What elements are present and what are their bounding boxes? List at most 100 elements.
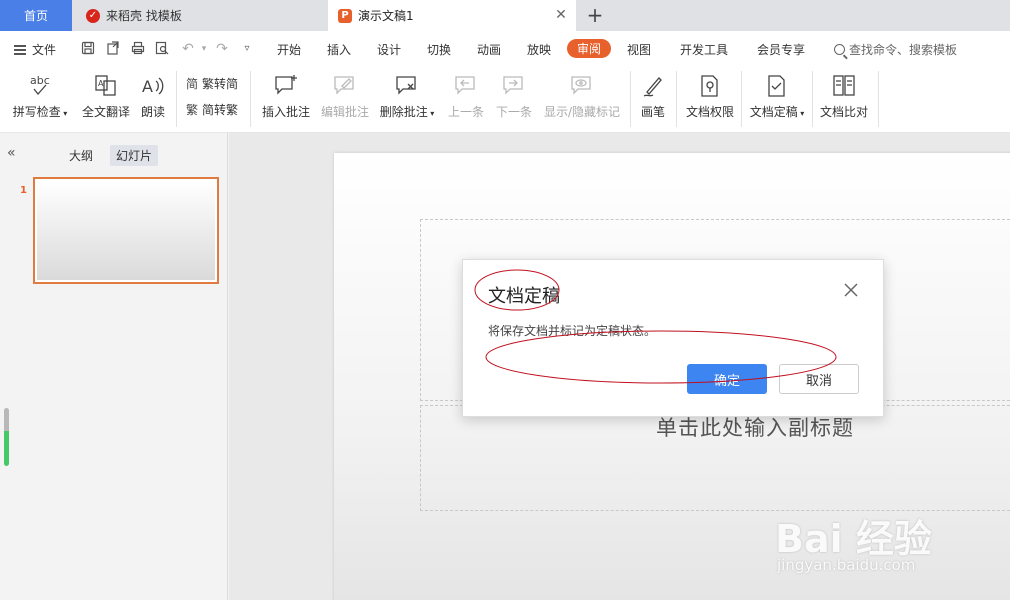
- edit-comment-button[interactable]: 编辑批注: [318, 67, 372, 133]
- translate-icon: A: [93, 72, 119, 100]
- simp-to-trad-button[interactable]: 繁简转繁: [186, 101, 238, 118]
- baidu-jingyan-watermark: Bai 经验 jingyan.baidu.com: [775, 494, 1005, 578]
- daoke-logo-icon: ✓: [86, 8, 100, 23]
- full-translate-label: 全文翻译: [81, 105, 130, 119]
- document-finalize-label: 文档定稿: [749, 105, 798, 119]
- delete-comment-button[interactable]: 删除批注 ▾: [376, 67, 438, 133]
- command-search-placeholder: 查找命令、搜索模板: [849, 43, 958, 57]
- tab-document-label: 演示文稿1: [358, 9, 414, 23]
- insert-comment-icon: [273, 72, 299, 100]
- export-icon[interactable]: [105, 41, 121, 57]
- spell-check-label: 拼写检查: [12, 105, 61, 119]
- save-icon[interactable]: [80, 41, 96, 57]
- svg-text:abc: abc: [30, 74, 50, 87]
- separator: [176, 71, 177, 127]
- slide-thumbnail[interactable]: [33, 177, 219, 284]
- delete-comment-icon: [394, 72, 420, 100]
- separator: [741, 71, 742, 127]
- print-preview-icon[interactable]: [154, 41, 170, 57]
- document-compare-button[interactable]: 文档比对: [818, 67, 870, 133]
- separator: [878, 71, 879, 127]
- watermark-brand: Bai 经验: [775, 517, 932, 561]
- tab-slides[interactable]: 幻灯片: [110, 145, 159, 166]
- tab-daoke[interactable]: ✓ 来稻壳 找模板: [74, 0, 326, 31]
- customize-toolbar-icon[interactable]: ▿: [239, 41, 255, 57]
- slide-thumbnail-preview: [37, 181, 215, 280]
- document-permission-button[interactable]: 文档权限: [684, 67, 736, 133]
- simp-to-trad-label: 简转繁: [202, 103, 239, 117]
- trad-simp-icon: 简: [186, 77, 199, 91]
- hamburger-icon: [14, 44, 26, 55]
- tab-animation[interactable]: 动画: [477, 41, 501, 58]
- tab-developer[interactable]: 开发工具: [680, 41, 728, 58]
- panel-scroll-grip[interactable]: [4, 408, 9, 466]
- separator: [250, 71, 251, 127]
- cancel-button[interactable]: 取消: [779, 364, 859, 394]
- separator: [812, 71, 813, 127]
- edit-comment-label: 编辑批注: [320, 105, 369, 119]
- spell-check-icon: abc: [26, 72, 54, 100]
- show-hide-markup-label: 显示/隐藏标记: [543, 105, 621, 119]
- dialog-title: 文档定稿: [488, 286, 560, 307]
- pen-icon: [640, 72, 666, 100]
- tab-bar: 首页 ✓ 来稻壳 找模板 P 演示文稿1 ✕ +: [0, 0, 1010, 31]
- spell-check-button[interactable]: abc 拼写检查 ▾: [10, 67, 70, 133]
- simp-trad-icon: 繁: [186, 103, 199, 117]
- new-tab-button[interactable]: +: [584, 4, 606, 26]
- tab-view[interactable]: 视图: [627, 41, 651, 58]
- print-icon[interactable]: [130, 41, 146, 57]
- tab-review[interactable]: 审阅: [567, 39, 612, 58]
- insert-comment-button[interactable]: 插入批注: [258, 67, 314, 133]
- svg-text:A: A: [98, 79, 104, 88]
- document-finalize-icon: [764, 72, 790, 100]
- next-comment-button[interactable]: 下一条: [492, 67, 536, 133]
- menu-bar: 文件 ↶ ▾ ↷ ▿ 开始 插入 设计 切换 动画 放映 审阅 视图 开发工具 …: [0, 31, 1010, 67]
- confirm-button[interactable]: 确定: [687, 364, 767, 394]
- file-menu-button[interactable]: 文件: [14, 41, 56, 58]
- trad-to-simp-button[interactable]: 简繁转简: [186, 75, 238, 92]
- tab-outline[interactable]: 大纲: [63, 145, 99, 166]
- read-aloud-button[interactable]: A 朗读: [138, 67, 168, 133]
- tab-transition[interactable]: 切换: [427, 41, 451, 58]
- document-compare-icon: [831, 72, 857, 100]
- previous-comment-icon: [453, 72, 479, 100]
- full-translate-button[interactable]: A 全文翻译: [78, 67, 134, 133]
- previous-comment-label: 上一条: [447, 105, 484, 119]
- read-aloud-label: 朗读: [140, 105, 165, 119]
- undo-icon[interactable]: ↶: [180, 41, 196, 57]
- finalize-dialog: 文档定稿 将保存文档并标记为定稿状态。 确定 取消: [462, 259, 884, 417]
- close-tab-icon[interactable]: ✕: [554, 8, 568, 22]
- show-hide-markup-icon: [569, 72, 595, 100]
- tab-daoke-label: 来稻壳 找模板: [106, 9, 182, 23]
- tab-insert[interactable]: 插入: [327, 41, 351, 58]
- edit-comment-icon: [332, 72, 358, 100]
- document-finalize-button[interactable]: 文档定稿 ▾: [746, 67, 808, 133]
- trad-to-simp-label: 繁转简: [202, 77, 239, 91]
- dialog-message: 将保存文档并标记为定稿状态。: [488, 324, 657, 338]
- tab-slideshow[interactable]: 放映: [527, 41, 551, 58]
- read-aloud-icon: A: [140, 72, 166, 100]
- show-hide-markup-button[interactable]: 显示/隐藏标记: [540, 67, 624, 133]
- tab-start[interactable]: 开始: [277, 41, 301, 58]
- separator: [630, 71, 631, 127]
- previous-comment-button[interactable]: 上一条: [444, 67, 488, 133]
- tab-member[interactable]: 会员专享: [757, 41, 805, 58]
- slide-number: 1: [20, 185, 27, 196]
- tab-design[interactable]: 设计: [377, 41, 401, 58]
- insert-comment-label: 插入批注: [261, 105, 310, 119]
- tab-home[interactable]: 首页: [0, 0, 72, 31]
- command-search[interactable]: 查找命令、搜索模板: [834, 41, 957, 58]
- pen-label: 画笔: [640, 105, 665, 119]
- undo-dropdown-icon[interactable]: ▾: [196, 41, 212, 57]
- tab-document[interactable]: P 演示文稿1 ✕: [328, 0, 576, 31]
- separator: [676, 71, 677, 127]
- document-permission-label: 文档权限: [685, 105, 734, 119]
- redo-icon[interactable]: ↷: [214, 41, 230, 57]
- presentation-file-icon: P: [338, 8, 352, 23]
- document-permission-icon: [697, 72, 723, 100]
- dialog-close-icon[interactable]: [843, 282, 859, 298]
- next-comment-icon: [501, 72, 527, 100]
- collapse-panel-icon[interactable]: «: [7, 145, 16, 161]
- watermark-url: jingyan.baidu.com: [777, 556, 916, 574]
- pen-button[interactable]: 画笔: [638, 67, 668, 133]
